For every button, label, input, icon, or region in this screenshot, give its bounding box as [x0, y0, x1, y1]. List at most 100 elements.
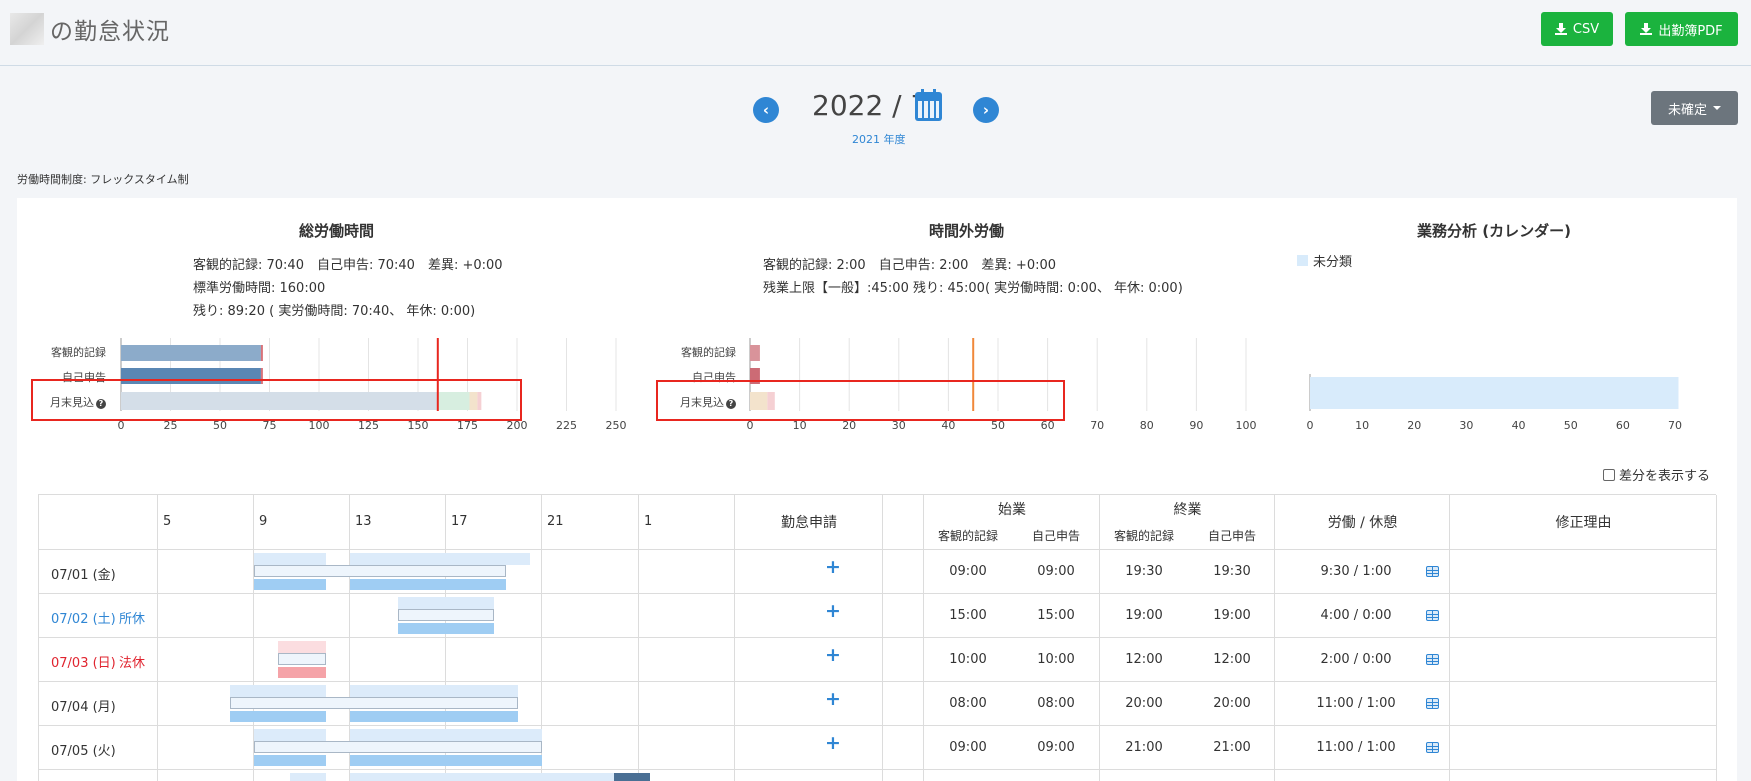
caret-down-icon — [1713, 106, 1721, 110]
timeline-self-bar — [398, 623, 494, 634]
timeline-hour-label: 13 — [355, 514, 372, 529]
table-cell — [883, 682, 924, 726]
calendar-icon[interactable] — [915, 89, 942, 121]
add-request-button[interactable]: + — [825, 644, 841, 666]
start-self-value: 08:00 — [1037, 696, 1075, 711]
avatar — [10, 13, 44, 45]
table-cell — [1450, 770, 1717, 781]
chart2-label-forecast: 月末見込? — [660, 394, 736, 410]
legend-swatch-unclassified — [1297, 255, 1308, 266]
timeline-plan-bar — [254, 553, 326, 565]
table-cell — [883, 550, 924, 594]
table-detail-icon[interactable] — [1426, 698, 1439, 709]
add-request-button[interactable]: + — [825, 556, 841, 578]
pdf-download-button[interactable]: 出勤簿PDF — [1625, 12, 1738, 46]
row-date: 07/03 (日) — [51, 656, 116, 671]
status-dropdown[interactable]: 未確定 — [1651, 91, 1738, 125]
page-title: の勤怠状況 — [50, 19, 170, 45]
timeline-hour-label: 9 — [259, 514, 268, 529]
legend-label-unclassified: 未分類 — [1313, 255, 1353, 270]
chart2-label-forecast-text: 月末見込 — [680, 396, 724, 409]
col-header-end: 終業 — [1173, 502, 1202, 518]
timeline-plan-bar — [254, 729, 326, 741]
prev-month-button[interactable]: ‹ — [753, 97, 779, 123]
work-system-label: 労働時間制度: フレックスタイム制 — [17, 173, 189, 186]
table-cell — [158, 638, 254, 682]
timeline-record-bar — [254, 741, 542, 753]
timeline-record-bar — [398, 609, 494, 621]
table-detail-icon[interactable] — [1426, 610, 1439, 621]
start-objective-value: 09:00 — [949, 564, 987, 579]
work-break-value: 11:00 / 1:00 — [1316, 740, 1396, 755]
end-self-value: 19:30 — [1213, 564, 1251, 579]
table-cell — [1100, 770, 1275, 781]
timeline-record-bar — [230, 697, 518, 709]
table-cell — [735, 770, 883, 781]
timeline-hour-label: 5 — [163, 514, 172, 529]
table-cell — [1450, 638, 1717, 682]
add-request-button[interactable]: + — [825, 600, 841, 622]
table-cell — [1450, 726, 1717, 770]
work-break-value: 9:30 / 1:00 — [1320, 564, 1392, 579]
table-detail-icon[interactable] — [1426, 654, 1439, 665]
table-detail-icon[interactable] — [1426, 742, 1439, 753]
table-cell — [883, 726, 924, 770]
timeline-plan-bar — [398, 597, 494, 609]
chart2-label-self: 自己申告 — [692, 371, 736, 384]
timeline-plan-bar — [350, 553, 530, 565]
timeline-self-bar — [350, 755, 542, 766]
add-request-button[interactable]: + — [825, 732, 841, 754]
table-cell — [735, 638, 883, 682]
table-cell — [735, 682, 883, 726]
subheader-end-objective: 客観的記録 — [1113, 529, 1174, 543]
csv-button-label: CSV — [1572, 21, 1600, 37]
table-cell — [735, 550, 883, 594]
help-icon[interactable]: ? — [96, 399, 106, 409]
table-header-cell — [639, 495, 735, 550]
end-self-value: 12:00 — [1213, 652, 1251, 667]
table-cell — [542, 638, 639, 682]
col-header-request: 勤怠申請 — [781, 515, 837, 531]
diff-toggle[interactable]: 差分を表示する — [1603, 465, 1710, 484]
table-header-cell — [158, 495, 254, 550]
start-self-value: 10:00 — [1037, 652, 1075, 667]
total-hours-line1: 客観的記録: 70:40 自己申告: 70:40 差異: +0:00 — [193, 258, 503, 273]
timeline-plan-bar — [230, 685, 326, 697]
row-holiday-tag: 法休 — [119, 656, 146, 671]
timeline-hour-label: 21 — [547, 514, 564, 529]
row-date: 07/05 (火) — [51, 744, 116, 759]
diff-toggle-label: 差分を表示する — [1619, 469, 1711, 484]
timeline-self-bar — [254, 579, 326, 590]
end-self-value: 20:00 — [1213, 696, 1251, 711]
add-request-button[interactable]: + — [825, 688, 841, 710]
row-date: 07/01 (金) — [51, 568, 116, 583]
csv-download-button[interactable]: CSV — [1541, 12, 1613, 46]
timeline-self-bar — [230, 711, 326, 722]
chart1-label-self: 自己申告 — [62, 371, 106, 384]
help-icon[interactable]: ? — [726, 399, 736, 409]
end-objective-value: 19:00 — [1125, 608, 1163, 623]
end-self-value: 19:00 — [1213, 608, 1251, 623]
start-objective-value: 09:00 — [949, 740, 987, 755]
timeline-hour-label: 1 — [644, 514, 653, 529]
attendance-table: 5 9 13 17 21 1 勤怠申請 始業 終業 労働 / 休憩 修正理由 客観的記録 自己申告 客観的… — [38, 494, 1717, 781]
total-hours-line2: 標準労働時間: 160:00 — [193, 281, 326, 296]
chart1-label-objective: 客観的記録 — [51, 346, 106, 359]
chevron-right-icon: › — [982, 101, 990, 119]
chart1-label-forecast: 月末見込? — [30, 394, 106, 410]
col-header-start: 始業 — [998, 502, 1026, 518]
download-icon — [1554, 23, 1567, 35]
table-cell — [639, 550, 735, 594]
next-month-button[interactable]: › — [973, 97, 999, 123]
end-objective-value: 20:00 — [1125, 696, 1163, 711]
status-label: 未確定 — [1667, 102, 1707, 118]
page-title-group: の勤怠状況 — [10, 12, 170, 46]
table-detail-icon[interactable] — [1426, 566, 1439, 577]
table-cell — [542, 726, 639, 770]
start-objective-value: 08:00 — [949, 696, 987, 711]
diff-checkbox[interactable] — [1603, 468, 1615, 481]
table-header-cell — [39, 495, 158, 550]
table-cell — [924, 770, 1100, 781]
end-objective-value: 19:30 — [1125, 564, 1163, 579]
table-cell — [542, 682, 639, 726]
